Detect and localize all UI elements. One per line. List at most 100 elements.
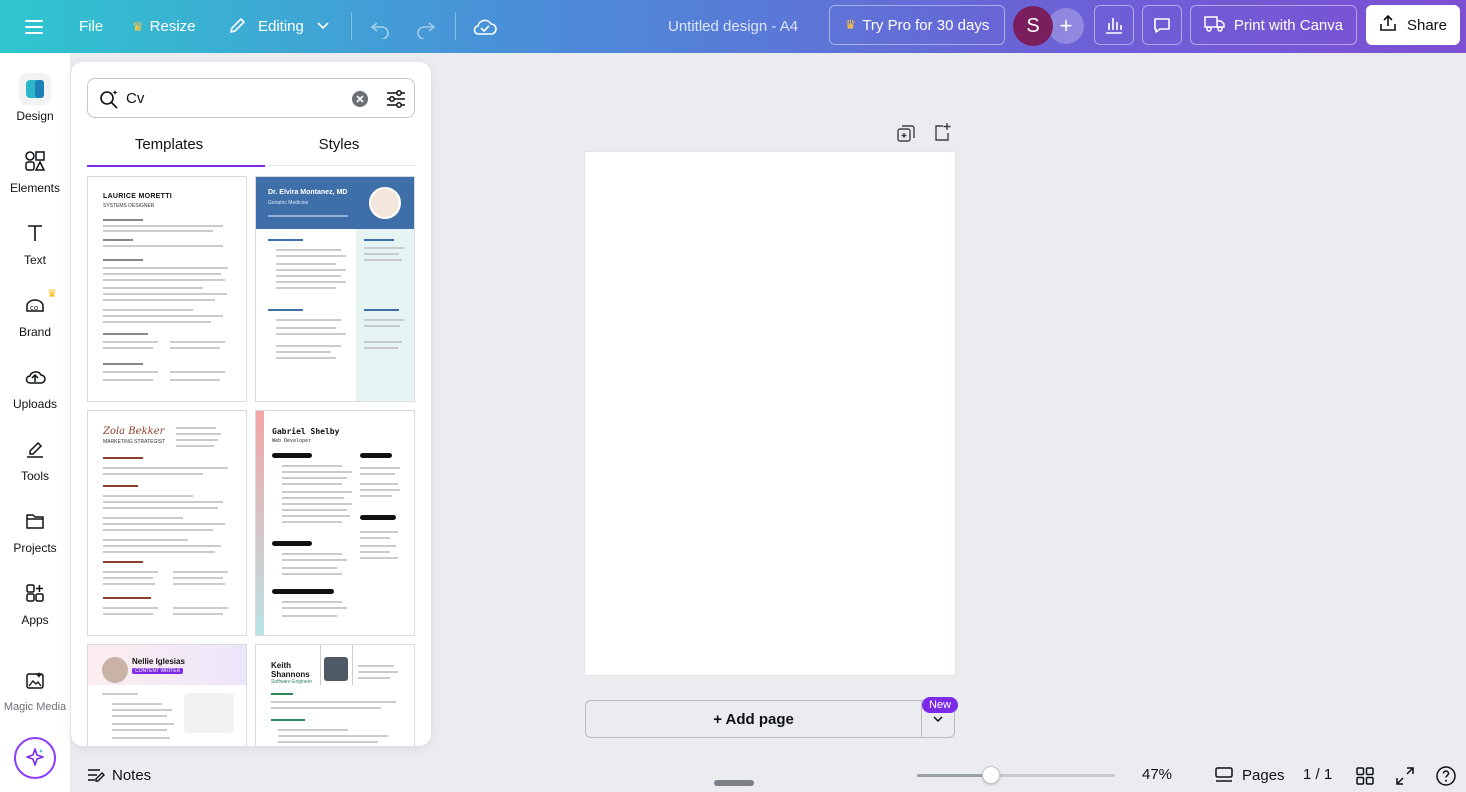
brand-icon: co ♛	[19, 288, 57, 321]
pages-label: Pages	[1242, 766, 1285, 784]
profile-photo	[102, 657, 128, 683]
share-upload-icon	[1379, 14, 1397, 36]
scroll-handle[interactable]	[714, 780, 754, 786]
tab-styles[interactable]: Styles	[257, 132, 421, 166]
print-with-canva-button[interactable]: Print with Canva	[1190, 5, 1357, 45]
template-name: Zola Bekker	[103, 426, 165, 437]
sidebar-item-apps[interactable]: Apps	[0, 577, 70, 643]
sidebar-item-uploads[interactable]: Uploads	[0, 361, 70, 427]
sidebar-item-projects[interactable]: Projects	[0, 505, 70, 571]
editing-label: Editing	[258, 18, 304, 35]
svg-text:co: co	[30, 304, 38, 312]
template-name: Gabriel Shelby	[272, 427, 340, 436]
add-page-icon[interactable]	[932, 122, 952, 142]
cloud-upload-icon	[19, 361, 51, 393]
apps-grid-icon	[19, 577, 51, 609]
sparkle-icon	[26, 748, 44, 766]
templates-panel: Templates Styles LAURICE MORETTI SYSTEMS…	[71, 62, 431, 746]
notes-label: Notes	[112, 766, 152, 784]
shapes-icon	[19, 145, 51, 177]
zoom-level[interactable]: 47%	[1142, 766, 1172, 783]
comment-icon[interactable]	[1142, 5, 1182, 45]
try-pro-label: Try Pro for 30 days	[862, 16, 990, 34]
pages-icon	[1214, 766, 1234, 784]
try-pro-button[interactable]: ♛ Try Pro for 30 days	[829, 5, 1005, 45]
grid-view-icon[interactable]	[1355, 766, 1375, 791]
design-icon	[19, 73, 51, 105]
zoom-slider-fill	[917, 774, 992, 777]
fullscreen-icon[interactable]	[1395, 766, 1415, 791]
resize-button[interactable]: ♛ Resize	[132, 0, 196, 53]
left-sidebar: Design Elements Text co ♛ Brand Uploads …	[0, 53, 70, 792]
add-page-button[interactable]: + Add page	[586, 701, 923, 737]
chevron-down-icon	[316, 18, 330, 36]
add-collaborator-button[interactable]: +	[1048, 8, 1084, 44]
search-input[interactable]	[126, 87, 346, 109]
notes-icon	[86, 766, 106, 784]
cloud-saved-icon[interactable]	[472, 0, 498, 53]
insights-chart-icon[interactable]	[1094, 5, 1134, 45]
filter-sliders-icon[interactable]	[385, 88, 407, 115]
text-icon	[19, 217, 51, 249]
duplicate-page-icon[interactable]	[896, 124, 916, 144]
sidebar-label: Tools	[20, 469, 49, 483]
template-card[interactable]: Gabriel Shelby Web Developer	[255, 410, 415, 636]
template-name: Nellie Iglesias	[132, 657, 185, 666]
clear-search-icon[interactable]	[351, 90, 369, 113]
sidebar-item-magic-media[interactable]: Magic Media	[0, 665, 70, 731]
new-badge: New	[922, 697, 958, 713]
sidebar-item-design[interactable]: Design	[0, 73, 70, 139]
pages-button[interactable]: Pages	[1214, 766, 1285, 784]
sidebar-item-elements[interactable]: Elements	[0, 145, 70, 211]
design-page[interactable]	[585, 152, 955, 675]
zoom-slider-knob[interactable]	[982, 766, 1001, 784]
template-card[interactable]: LAURICE MORETTI SYSTEMS DESIGNER	[87, 176, 247, 402]
file-menu-button[interactable]: File	[79, 0, 103, 53]
template-card[interactable]: Keith Shannons Software Engineer	[255, 644, 415, 746]
chevron-down-icon	[933, 716, 943, 723]
print-label: Print with Canva	[1233, 16, 1344, 34]
sidebar-label: Elements	[9, 181, 61, 195]
panel-tabs: Templates Styles	[87, 132, 415, 167]
template-name: Dr. Elvira Montanez, MD	[268, 189, 348, 196]
menu-icon[interactable]	[22, 0, 46, 53]
template-subtitle: MARKETING STRATEGIST	[103, 439, 166, 445]
sidebar-label: Apps	[21, 613, 49, 627]
crown-icon: ♛	[844, 17, 857, 32]
magic-media-icon	[19, 665, 51, 697]
sidebar-label: Brand	[18, 325, 52, 339]
sidebar-item-tools[interactable]: Tools	[0, 433, 70, 499]
template-subtitle: Web Developer	[272, 438, 312, 444]
avatar[interactable]: S	[1013, 6, 1053, 46]
toolbar-divider	[455, 12, 456, 40]
folder-icon	[19, 505, 51, 537]
template-card[interactable]: Zola Bekker MARKETING STRATEGIST	[87, 410, 247, 636]
redo-icon[interactable]	[414, 0, 438, 53]
top-toolbar: File ♛ Resize Editing Untitled design - …	[0, 0, 1466, 53]
template-card[interactable]: Dr. Elvira Montanez, MD Geriatric Medici…	[255, 176, 415, 402]
search-bar	[87, 78, 415, 118]
profile-photo	[369, 187, 401, 219]
template-name: Keith Shannons	[271, 661, 310, 679]
sidebar-label: Design	[16, 109, 54, 123]
template-subtitle: Geriatric Medicine	[268, 200, 309, 206]
crown-icon: ♛	[47, 288, 57, 300]
editing-mode-button[interactable]: Editing	[228, 0, 330, 53]
sidebar-label: Uploads	[12, 397, 58, 411]
toolbar-divider	[351, 12, 352, 40]
help-icon[interactable]	[1435, 765, 1457, 792]
share-button[interactable]: Share	[1366, 5, 1460, 45]
share-label: Share	[1406, 16, 1448, 34]
tab-templates[interactable]: Templates	[87, 132, 265, 167]
magic-assistant-button[interactable]	[14, 737, 56, 779]
template-subtitle: Software Engineer	[271, 679, 313, 685]
sidebar-item-text[interactable]: Text	[0, 217, 70, 283]
undo-icon[interactable]	[368, 0, 392, 53]
document-title[interactable]: Untitled design - A4	[668, 0, 798, 53]
sidebar-item-brand[interactable]: co ♛ Brand	[0, 288, 70, 355]
template-subtitle: CONTENT WRITER	[132, 668, 184, 674]
sidebar-label: Projects	[13, 541, 57, 555]
truck-icon	[1204, 14, 1226, 36]
template-card[interactable]: Nellie Iglesias CONTENT WRITER	[87, 644, 247, 746]
notes-button[interactable]: Notes	[86, 766, 151, 784]
